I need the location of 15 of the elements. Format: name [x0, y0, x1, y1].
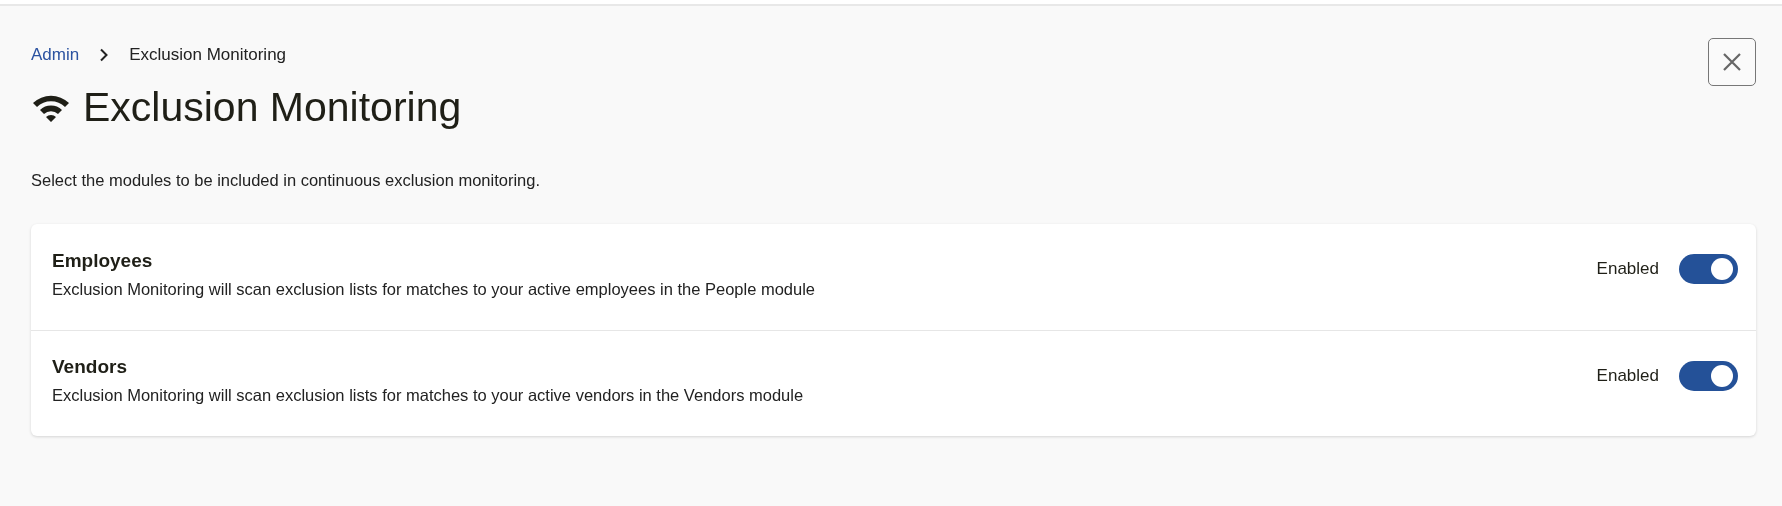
page-description: Select the modules to be included in continuous exclusion monitoring.: [31, 171, 542, 190]
close-button[interactable]: [1708, 38, 1756, 86]
status-label: Enabled: [1596, 365, 1659, 386]
page-title: Exclusion Monitoring: [83, 84, 462, 131]
status-label: Enabled: [1596, 259, 1659, 279]
module-name: Vendors: [52, 356, 128, 378]
module-name: Employees: [52, 249, 154, 272]
breadcrumb-current: Exclusion Monitoring: [129, 45, 287, 65]
close-icon: [1722, 52, 1742, 72]
toggle-switch[interactable]: [1679, 254, 1738, 284]
toggle-switch[interactable]: [1679, 360, 1738, 391]
chevron-right-icon: [99, 48, 110, 62]
module-description: Exclusion Monitoring will scan exclusion lists for matches to your active vendors in the Vendors module: [52, 386, 805, 405]
module-description: Exclusion Monitoring will scan exclusion lists for matches to your active employees in the People module: [52, 279, 817, 299]
breadcrumb-link[interactable]: Admin: [31, 45, 80, 65]
